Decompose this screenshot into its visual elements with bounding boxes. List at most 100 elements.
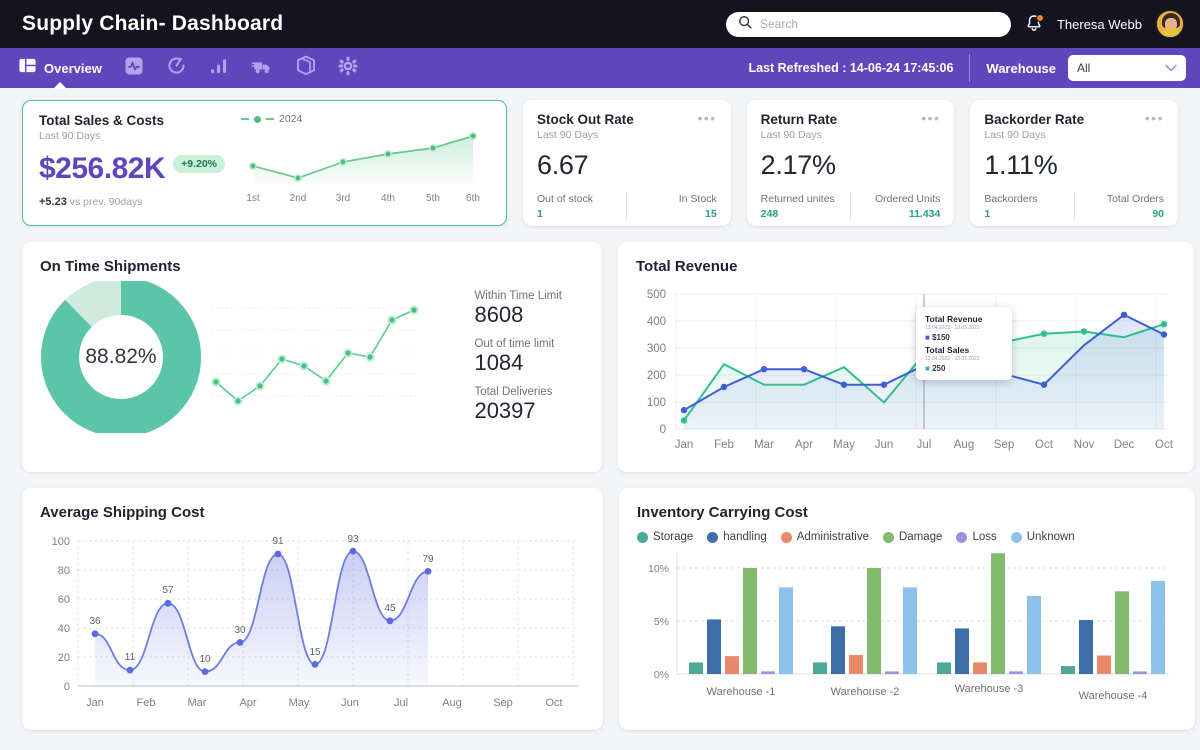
nav-item-shipments[interactable] (251, 48, 274, 88)
total-revenue-chart[interactable]: 500400300 2001000 Jan Feb Mar Apr May Ju… (636, 281, 1176, 463)
nav-item-refresh-gauge[interactable] (166, 48, 187, 88)
truck-icon (251, 56, 274, 81)
kpi-title: Stock Out Rate (537, 112, 634, 127)
kpi-card-total-sales-costs[interactable]: Total Sales & Costs Last 90 Days $256.82… (22, 100, 507, 226)
stat-divider (850, 193, 852, 220)
tooltip-series1-value: ■ $150 (925, 333, 950, 342)
notifications-button[interactable] (1025, 14, 1044, 34)
svg-text:0: 0 (660, 424, 666, 436)
total-sales-costs-sparkline: 1st 2nd 3rd 4th 5th 6th (246, 132, 480, 204)
panel-average-shipping-cost: Average Shipping Cost 100 80 60 40 20 0 (22, 488, 603, 730)
kpi-card-stock-out-rate[interactable]: Stock Out Rate ••• Last 90 Days 6.67 Out… (523, 100, 731, 226)
kpi-delta-note: vs prev. 90days (69, 196, 143, 208)
svg-text:6th: 6th (466, 193, 480, 204)
tooltip-series2-name: Total Sales (925, 345, 970, 355)
on-time-shipments-donut[interactable]: 88.82% (40, 277, 202, 437)
svg-text:5%: 5% (654, 616, 669, 628)
nav-item-settings[interactable] (338, 48, 358, 88)
legend-swatch (882, 531, 894, 543)
svg-text:5th: 5th (426, 193, 440, 204)
more-options-icon[interactable]: ••• (697, 111, 716, 125)
kpi-left-value: 1 (984, 208, 991, 220)
gear-icon (338, 56, 358, 81)
svg-text:Warehouse -4: Warehouse -4 (1079, 690, 1148, 702)
stat-label-total-deliveries: Total Deliveries (474, 386, 553, 398)
kpi-subtitle: Last 90 Days (760, 129, 822, 141)
svg-text:Mar: Mar (754, 439, 774, 451)
inventory-carrying-cost-chart[interactable]: 10%5%0% Warehouse -1 Warehouse -2 Wareho… (637, 547, 1177, 715)
package-box-icon (296, 55, 316, 81)
stat-label-out-of-time-limit: Out of time limit (474, 338, 555, 350)
legend-label: Loss (972, 531, 997, 543)
legend-item-administrative[interactable]: Administrative (780, 531, 869, 543)
kpi-value: $256.82K (39, 152, 166, 185)
legend-item-unknown[interactable]: Unknown (1010, 531, 1075, 543)
legend-label: Unknown (1026, 531, 1075, 543)
search-box[interactable] (725, 11, 1011, 37)
svg-text:Jun: Jun (341, 697, 359, 709)
more-options-icon[interactable]: ••• (921, 111, 940, 125)
on-time-body: 88.82% Within Time Limit 8608 Out of tim… (40, 277, 584, 437)
svg-text:Mar: Mar (188, 697, 207, 709)
warehouse-select[interactable]: All (1068, 55, 1186, 81)
svg-text:Jan: Jan (675, 439, 694, 451)
nav-item-reports[interactable] (209, 48, 229, 88)
kpi-cards-row: Total Sales & Costs Last 90 Days $256.82… (22, 100, 1179, 226)
main-navigation-bar: Overview Last Refreshed: 14-06-24 17:45… (0, 48, 1200, 88)
legend-item-damage[interactable]: Damage (882, 531, 942, 543)
kpi-title: Return Rate (760, 112, 838, 127)
kpi-title: Total Sales & Costs (39, 113, 165, 128)
panel-total-revenue: Total Revenue 500 400 300 200 100 0 Jan … (618, 242, 1194, 472)
svg-text:2nd: 2nd (290, 193, 307, 204)
avatar[interactable] (1156, 10, 1184, 38)
legend-swatch (707, 531, 719, 543)
bar-chart-icon (209, 56, 229, 81)
kpi-title: Backorder Rate (984, 112, 1085, 127)
sparkline-legend-label: 2024 (279, 113, 303, 125)
stat-value-within-time-limit: 8608 (474, 302, 524, 327)
search-icon (738, 15, 752, 34)
legend-swatch (637, 531, 648, 543)
kpi-card-return-rate[interactable]: Return Rate ••• Last 90 Days 2.17% Retur… (746, 100, 955, 226)
kpi-card-backorder-rate[interactable]: Backorder Rate ••• Last 90 Days 1.11% Ba… (970, 100, 1179, 226)
dashboard-layout-icon (18, 56, 37, 80)
search-input[interactable] (759, 17, 999, 31)
stat-divider (1073, 193, 1075, 220)
svg-text:500: 500 (647, 289, 666, 301)
kpi-value: 1.11% (984, 150, 1058, 180)
svg-text:0: 0 (64, 681, 70, 693)
kpi-subtitle: Last 90 Days (537, 129, 599, 141)
legend-item-loss[interactable]: Loss (956, 531, 997, 543)
legend-label: Storage (653, 531, 694, 543)
svg-text:Feb: Feb (137, 697, 156, 709)
warehouse-select-value: All (1077, 61, 1091, 75)
last-refreshed-label: Last Refreshed : 14-06-24 17:45:06 (748, 61, 954, 75)
tooltip-series1-range: 12.04.2022 - 13.05.2022 (925, 325, 980, 331)
svg-text:100: 100 (52, 536, 70, 548)
legend-item-storage[interactable]: Storage (637, 531, 693, 543)
legend-item-handling[interactable]: handling (707, 531, 767, 543)
svg-text:200: 200 (647, 370, 666, 382)
svg-text:Warehouse -1: Warehouse -1 (707, 686, 776, 698)
average-shipping-cost-chart[interactable]: 1008060 40200 361157 103091 159345 79 Ja… (40, 529, 585, 721)
stat-value-total-deliveries: 20397 (474, 398, 536, 423)
panel-title: On Time Shipments (40, 258, 181, 275)
svg-text:3rd: 3rd (336, 193, 350, 204)
legend-label: handling (723, 531, 767, 543)
nav-item-inventory[interactable] (296, 48, 316, 88)
svg-text:Warehouse -2: Warehouse -2 (831, 686, 900, 698)
legend-swatch (780, 531, 792, 543)
kpi-left-value: 248 (760, 208, 779, 220)
nav-item-overview-label: Overview (44, 60, 102, 76)
chevron-down-icon (1165, 59, 1177, 77)
more-options-icon[interactable]: ••• (1145, 111, 1164, 125)
svg-text:15: 15 (309, 647, 321, 658)
svg-text:60: 60 (58, 594, 70, 606)
nav-item-activity[interactable] (124, 48, 144, 88)
svg-text:36: 36 (89, 616, 101, 627)
middle-charts-row: On Time Shipments 88.82% Within Time Lim… (22, 242, 1194, 472)
svg-text:4th: 4th (381, 193, 395, 204)
svg-text:11: 11 (125, 652, 136, 663)
nav-item-overview[interactable]: Overview (18, 48, 102, 88)
kpi-right-value: 15 (705, 208, 717, 220)
